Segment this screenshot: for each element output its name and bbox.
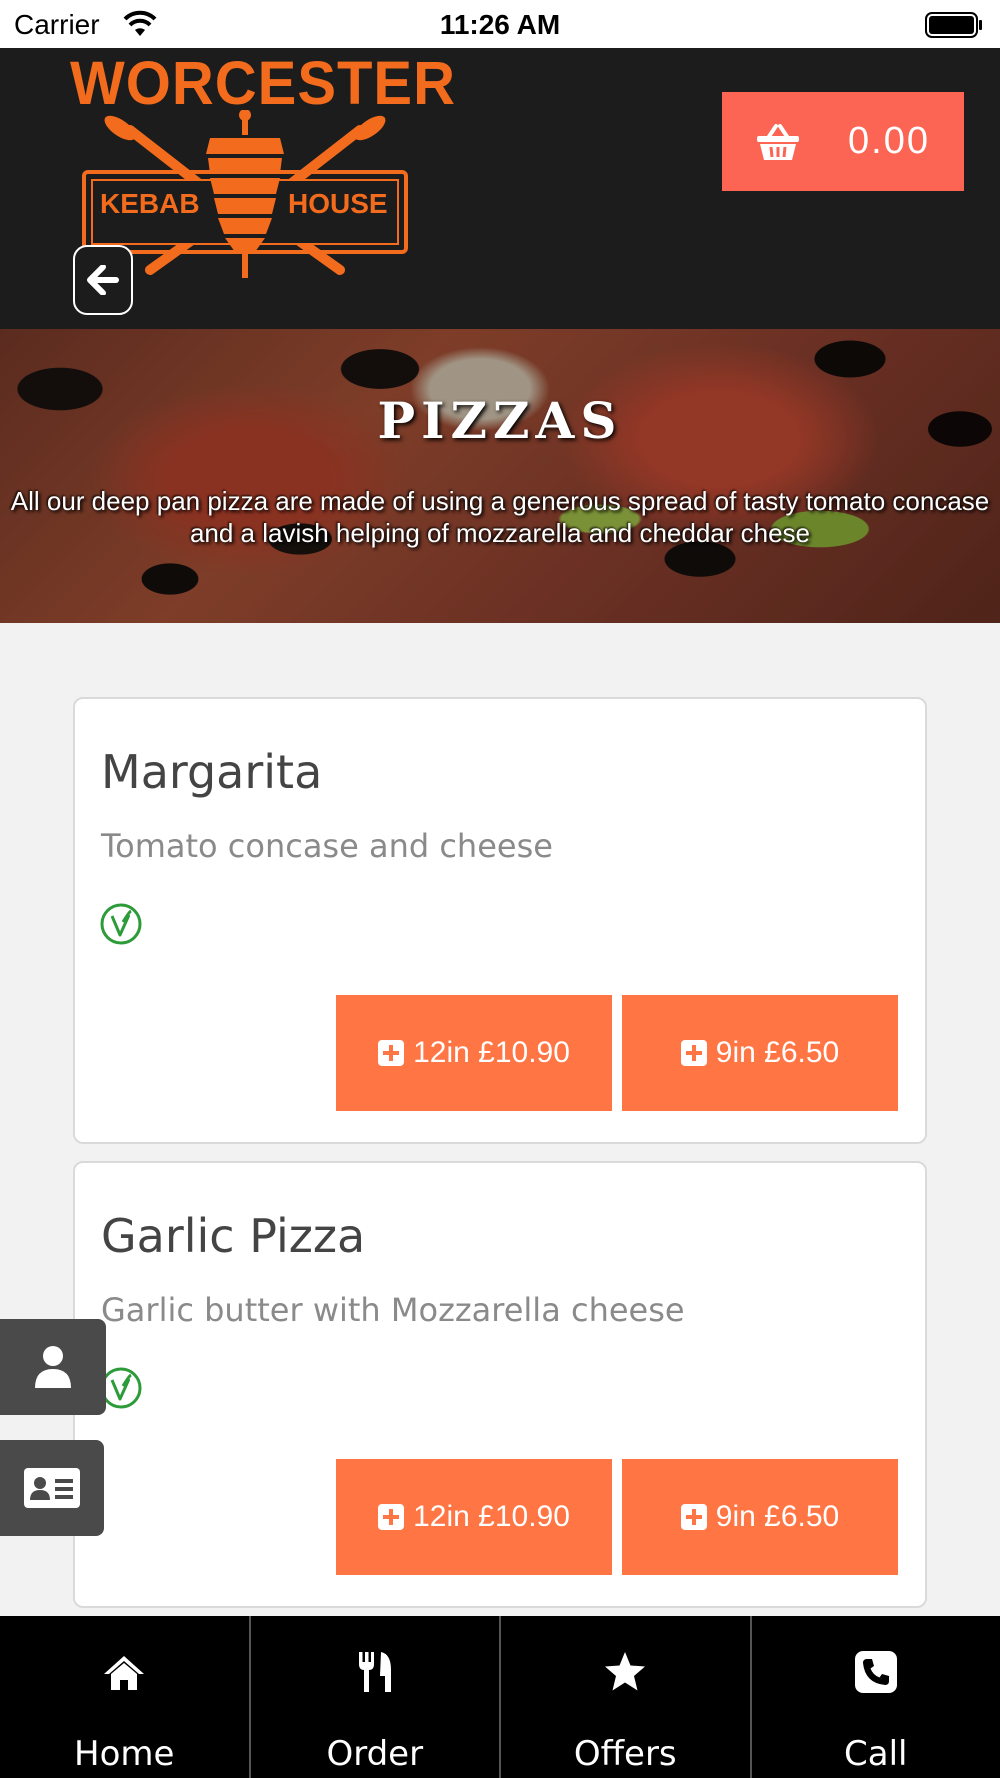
logo-word-kebab: KEBAB: [100, 188, 200, 219]
basket-icon: [757, 123, 799, 160]
battery-icon: [925, 12, 982, 38]
menu-item-card: Garlic Pizza Garlic butter with Mozzarel…: [73, 1161, 927, 1608]
nav-offers[interactable]: Offers: [501, 1616, 752, 1778]
plus-square-icon: [680, 1504, 707, 1530]
logo-word-house: HOUSE: [288, 188, 388, 219]
app-header: WORCESTER KEBAB HOUSE 0.00: [0, 48, 1000, 329]
bottom-navigation: Home Order Offers Call: [0, 1616, 1000, 1778]
phone-icon: [854, 1651, 897, 1693]
price-option-label: 9in £6.50: [715, 1500, 840, 1533]
menu-item-card: Margarita Tomato concase and cheese 12in…: [73, 697, 927, 1144]
cutlery-icon: [358, 1652, 391, 1692]
cart-total: 0.00: [848, 120, 930, 162]
cart-button[interactable]: 0.00: [722, 92, 964, 191]
contact-card-icon: [24, 1468, 80, 1508]
menu-item-description: Tomato concase and cheese: [101, 827, 553, 865]
menu-item-name: Margarita: [101, 745, 323, 799]
category-banner: PIZZAS All our deep pan pizza are made o…: [0, 329, 1000, 623]
add-12in-button[interactable]: 12in £10.90: [336, 1459, 612, 1575]
menu-item-name: Garlic Pizza: [101, 1209, 366, 1263]
banner-overlay: [0, 329, 1000, 623]
price-option-label: 12in £10.90: [413, 1036, 570, 1069]
nav-order[interactable]: Order: [251, 1616, 501, 1778]
user-icon: [35, 1346, 71, 1388]
price-option-label: 9in £6.50: [715, 1036, 840, 1069]
vegetarian-icon: [100, 903, 142, 945]
plus-square-icon: [680, 1040, 707, 1066]
contact-button[interactable]: [0, 1440, 104, 1536]
nav-label: Call: [844, 1734, 908, 1774]
add-9in-button[interactable]: 9in £6.50: [622, 1459, 898, 1575]
account-button[interactable]: [0, 1319, 106, 1415]
nav-label: Order: [326, 1734, 424, 1774]
category-title: PIZZAS: [377, 391, 623, 450]
nav-label: Home: [74, 1734, 175, 1774]
add-9in-button[interactable]: 9in £6.50: [622, 995, 898, 1111]
status-bar: Carrier 11:26 AM: [0, 0, 1000, 48]
logo-title: WORCESTER: [70, 49, 456, 118]
plus-square-icon: [378, 1504, 405, 1530]
star-icon: [605, 1652, 646, 1691]
menu-item-description: Garlic butter with Mozzarella cheese: [101, 1291, 685, 1329]
plus-square-icon: [378, 1040, 405, 1066]
status-time: 11:26 AM: [439, 9, 561, 40]
arrow-left-icon: [87, 265, 119, 295]
nav-call[interactable]: Call: [752, 1616, 1000, 1778]
back-button[interactable]: [73, 245, 133, 315]
home-icon: [104, 1656, 145, 1690]
price-option-label: 12in £10.90: [413, 1500, 570, 1533]
category-description: All our deep pan pizza are made of using…: [10, 486, 990, 548]
add-12in-button[interactable]: 12in £10.90: [336, 995, 612, 1111]
nav-home[interactable]: Home: [0, 1616, 251, 1778]
nav-label: Offers: [573, 1734, 677, 1774]
